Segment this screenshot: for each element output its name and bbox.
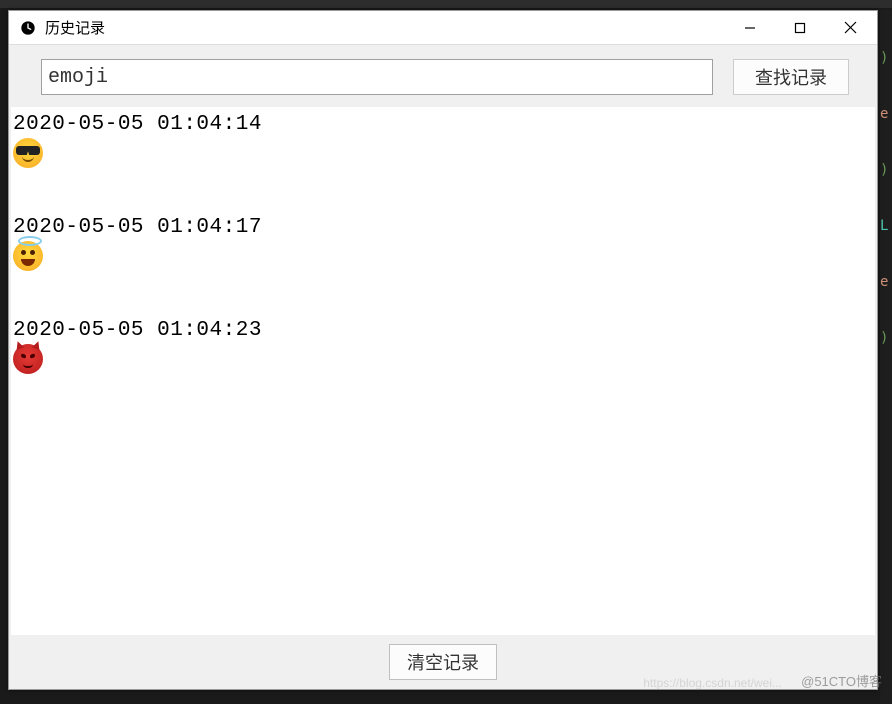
history-entry: 2020-05-05 01:04:17 [11, 216, 875, 271]
history-entry: 2020-05-05 01:04:23 [11, 319, 875, 374]
entry-timestamp: 2020-05-05 01:04:14 [13, 113, 875, 136]
emoji-cool-icon [13, 138, 43, 168]
watermark-text: @51CTO博客 [801, 671, 882, 690]
maximize-icon [794, 22, 806, 34]
close-button[interactable] [825, 11, 875, 44]
emoji-devil-icon [13, 344, 43, 374]
window-title: 历史记录 [45, 17, 725, 38]
minimize-icon [744, 22, 756, 34]
clear-button[interactable]: 清空记录 [389, 644, 497, 680]
background-code [0, 0, 892, 8]
emoji-angel-icon [13, 241, 43, 271]
history-entry: 2020-05-05 01:04:14 [11, 113, 875, 168]
search-row: 查找记录 [9, 45, 877, 107]
entry-timestamp: 2020-05-05 01:04:17 [13, 216, 875, 239]
titlebar[interactable]: 历史记录 [9, 11, 877, 45]
window-controls [725, 11, 875, 44]
close-icon [844, 21, 857, 34]
entry-timestamp: 2020-05-05 01:04:23 [13, 319, 875, 342]
background-edge: )e)Le) [880, 10, 892, 704]
search-button[interactable]: 查找记录 [733, 59, 849, 95]
history-window: 历史记录 查找记录 2020-05-05 01:04:14 2020-05-05… [8, 10, 878, 690]
clock-icon [19, 19, 37, 37]
minimize-button[interactable] [725, 11, 775, 44]
search-input[interactable] [41, 59, 713, 95]
maximize-button[interactable] [775, 11, 825, 44]
watermark-url: https://blog.csdn.net/wei... [643, 676, 782, 690]
history-list[interactable]: 2020-05-05 01:04:14 2020-05-05 01:04:17 … [11, 107, 875, 635]
